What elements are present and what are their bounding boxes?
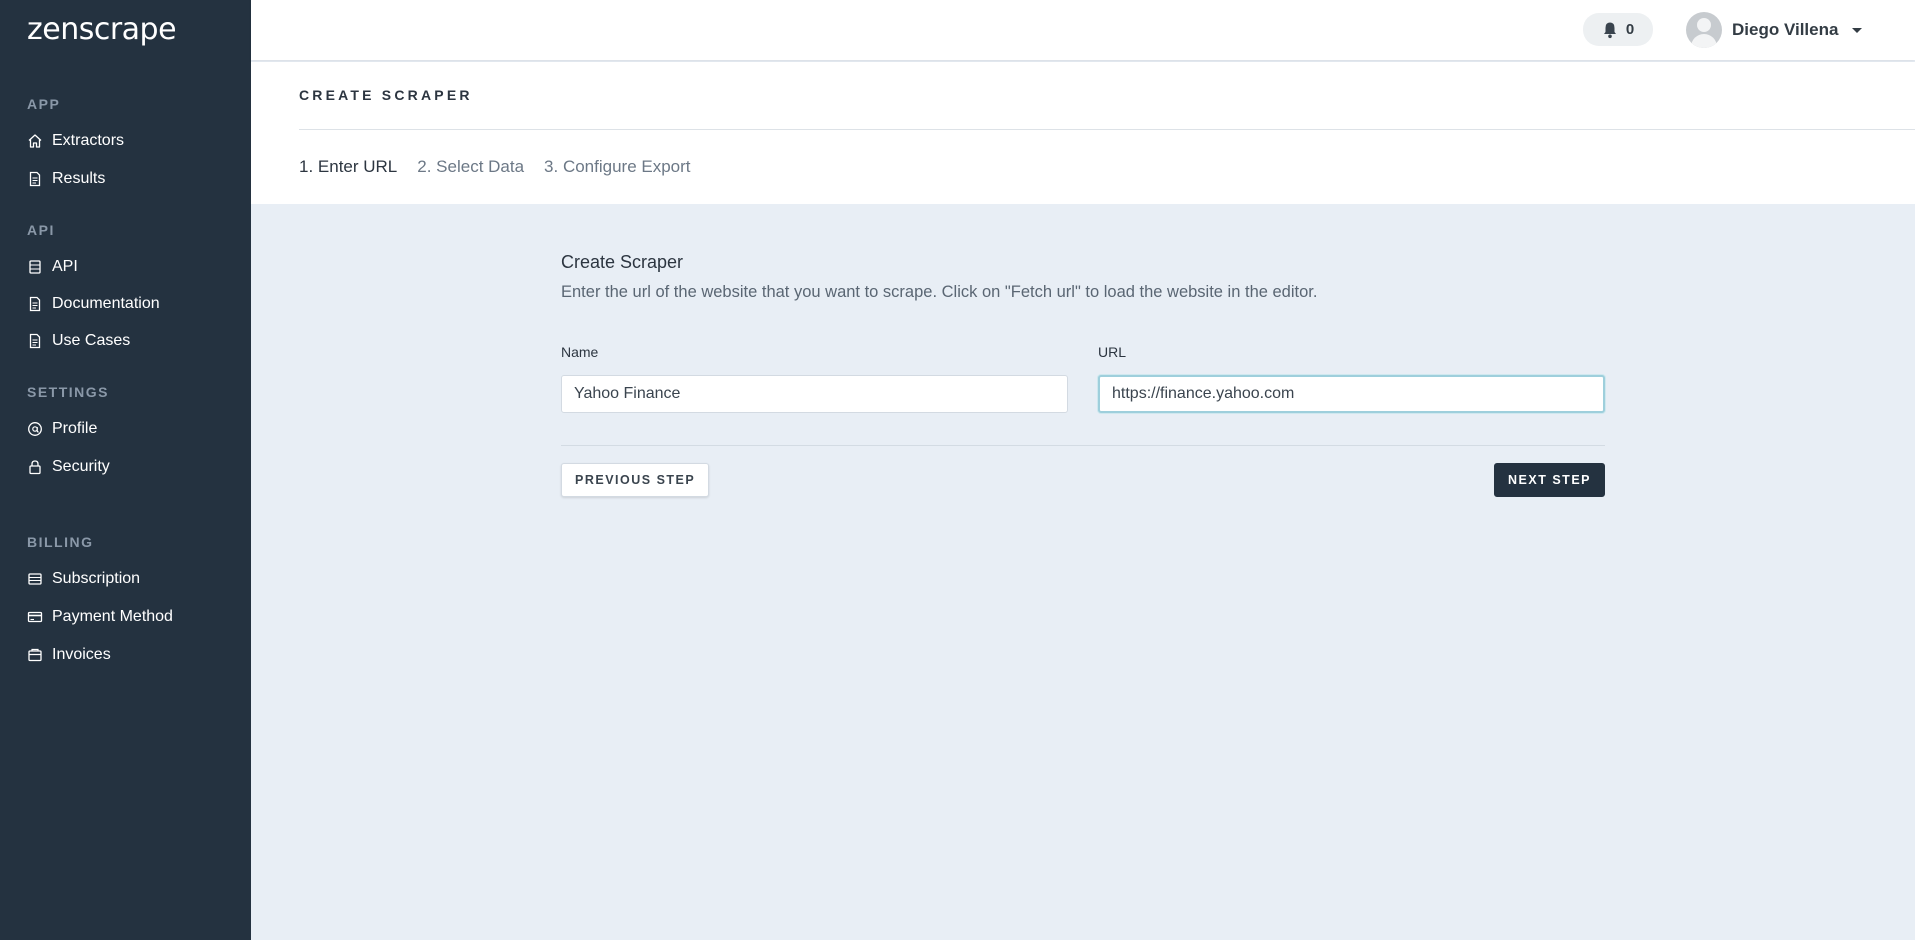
sidebar-item-security[interactable]: Security <box>27 458 110 476</box>
header-divider <box>299 129 1915 130</box>
form-title: Create Scraper <box>561 252 684 272</box>
sidebar-item-profile[interactable]: Profile <box>27 420 97 438</box>
step-configure-export[interactable]: 3. Configure Export <box>544 157 690 177</box>
sidebar-item-api[interactable]: API <box>27 258 78 276</box>
sidebar-section-api: API <box>27 222 55 238</box>
sidebar-section-settings: SETTINGS <box>27 384 110 400</box>
notifications-button[interactable]: 0 <box>1583 13 1653 46</box>
step-select-data[interactable]: 2. Select Data <box>417 157 524 177</box>
sidebar-item-label: Security <box>52 458 110 475</box>
sidebar-item-results[interactable]: Results <box>27 170 105 188</box>
document-icon <box>29 296 41 312</box>
sidebar-item-extractors[interactable]: Extractors <box>27 132 124 150</box>
at-icon <box>28 422 42 436</box>
document-icon <box>29 333 41 349</box>
top-bar: 0 Diego Villena <box>251 0 1915 60</box>
name-label: Name <box>561 344 599 360</box>
form-description: Enter the url of the website that you wa… <box>561 283 1318 301</box>
page-title: CREATE SCRAPER <box>299 87 473 103</box>
url-input[interactable] <box>1098 375 1605 413</box>
sidebar-item-payment-method[interactable]: Payment Method <box>27 608 173 626</box>
next-step-button[interactable]: NEXT STEP <box>1494 463 1605 497</box>
sidebar-section-billing: BILLING <box>27 534 94 550</box>
url-label: URL <box>1098 344 1127 360</box>
step-tabs: 1. Enter URL 2. Select Data 3. Configure… <box>299 157 691 177</box>
notifications-count: 0 <box>1625 21 1635 38</box>
user-name: Diego Villena <box>1732 20 1839 39</box>
page-header: CREATE SCRAPER 1. Enter URL 2. Select Da… <box>251 62 1915 204</box>
sidebar-item-label: API <box>52 258 78 275</box>
form-divider <box>561 445 1605 446</box>
sidebar-item-label: Documentation <box>52 295 160 312</box>
sidebar-item-label: Invoices <box>52 646 111 663</box>
sidebar-item-label: Subscription <box>52 570 141 587</box>
sidebar-item-subscription[interactable]: Subscription <box>27 570 140 588</box>
previous-step-button[interactable]: PREVIOUS STEP <box>561 463 710 497</box>
lock-icon <box>29 460 41 475</box>
document-icon <box>29 171 41 187</box>
bell-icon <box>1603 22 1616 38</box>
sidebar-item-label: Extractors <box>52 132 125 149</box>
sidebar-item-invoices[interactable]: Invoices <box>27 646 111 664</box>
user-menu[interactable]: Diego Villena <box>1686 12 1863 48</box>
app-logo[interactable]: zenscrape <box>27 12 177 47</box>
step-enter-url[interactable]: 1. Enter URL <box>299 157 397 177</box>
sidebar-item-label: Profile <box>52 420 98 437</box>
stack-icon <box>28 573 42 585</box>
sidebar-item-use-cases[interactable]: Use Cases <box>27 332 130 350</box>
credit-card-icon <box>27 611 43 623</box>
sidebar-item-documentation[interactable]: Documentation <box>27 295 160 313</box>
name-input[interactable] <box>561 375 1068 413</box>
sidebar-item-label: Payment Method <box>52 608 173 625</box>
sidebar-item-label: Results <box>52 170 106 187</box>
home-icon <box>28 134 42 148</box>
stack-icon <box>29 260 41 274</box>
chevron-down-icon <box>1852 27 1863 33</box>
sidebar-section-app: APP <box>27 96 61 112</box>
sidebar: zenscrape APP Extractors Results API API… <box>0 0 251 940</box>
avatar <box>1686 12 1722 48</box>
sidebar-item-label: Use Cases <box>52 332 131 349</box>
invoice-icon <box>28 648 42 662</box>
